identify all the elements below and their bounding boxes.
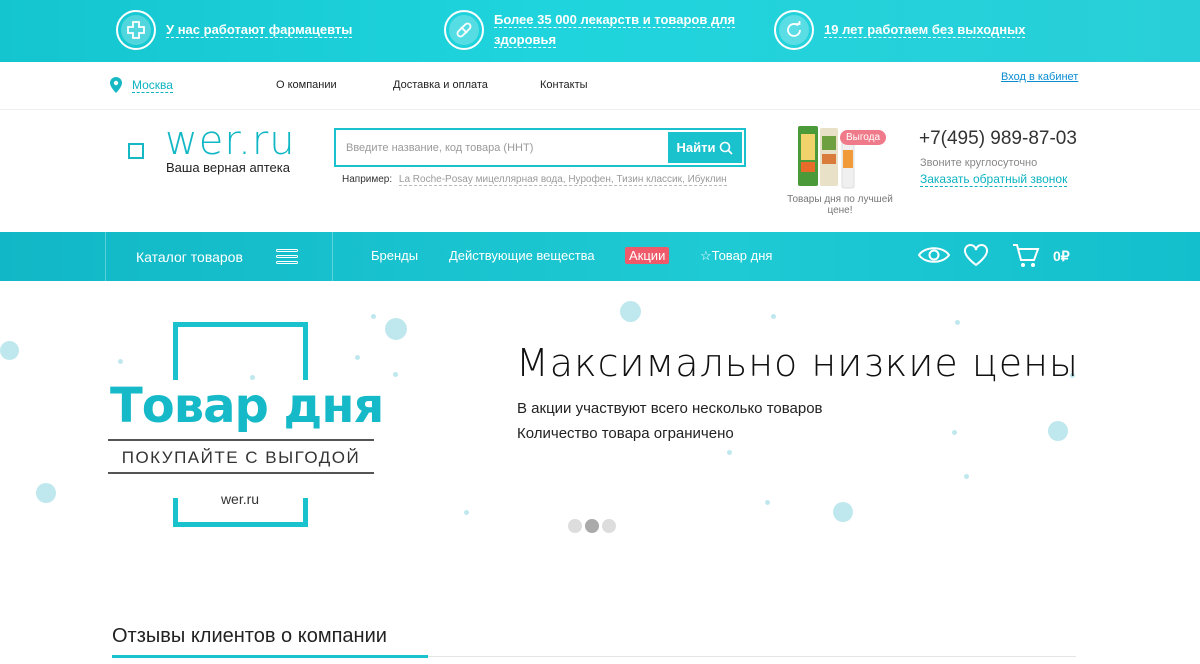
logo-checkbox-icon — [128, 143, 144, 159]
search-input[interactable] — [346, 139, 656, 157]
menu-deal-of-day[interactable]: ☆Товар дня — [700, 248, 772, 264]
promo-subtitle: ПОКУПАЙТЕ С ВЫГОДОЙ — [121, 448, 361, 467]
catalog-button[interactable]: Каталог товаров — [105, 232, 333, 281]
link-contacts[interactable]: Контакты — [540, 79, 588, 91]
search-icon — [720, 141, 734, 155]
decor-dot — [727, 450, 732, 455]
decor-dot — [765, 500, 770, 505]
benefit-text[interactable]: 19 лет работаем без выходных — [824, 22, 1026, 38]
link-about[interactable]: О компании — [276, 79, 337, 91]
slider-pagination — [568, 519, 616, 533]
example-link[interactable]: La Roche-Posay мицеллярная вода, Нурофен… — [398, 174, 727, 186]
pill-icon — [444, 10, 484, 50]
decor-dot — [955, 320, 960, 325]
decor-dot — [964, 474, 969, 479]
deal-caption[interactable]: Товары дня по лучшей цене! — [780, 194, 900, 216]
reviews-title: Отзывы клиентов о компании — [112, 625, 387, 647]
location-pin-icon — [110, 77, 122, 93]
main-menu: Каталог товаров Бренды Действующие вещес… — [0, 232, 1200, 281]
decor-dot — [355, 355, 360, 360]
decor-dot — [385, 318, 407, 340]
decor-dot — [1048, 421, 1068, 441]
decor-dot — [371, 314, 376, 319]
decor-dot — [952, 430, 957, 435]
benefit-text[interactable]: Более 35 000 лекарств и товаров для здор… — [494, 12, 736, 48]
callback-link[interactable]: Заказать обратный звонок — [920, 172, 1068, 187]
banner-line-1: В акции участвуют всего несколько товаро… — [517, 400, 823, 417]
phone-number[interactable]: +7(495) 989-87-03 — [919, 128, 1077, 150]
logo[interactable]: wer.ru — [165, 119, 296, 163]
login-link[interactable]: Вход в кабинет — [1001, 71, 1078, 83]
decor-dot — [464, 510, 469, 515]
banner-title: Максимально низкие цены — [516, 341, 1079, 385]
top-nav: Москва О компании Доставка и оплата Конт… — [0, 62, 1200, 110]
phone-hours: Звоните круглосуточно — [920, 157, 1038, 169]
hamburger-icon — [276, 249, 298, 267]
deal-products-image[interactable]: Выгода — [792, 122, 892, 194]
link-delivery[interactable]: Доставка и оплата — [393, 79, 488, 91]
example-label: Например: — [342, 174, 393, 185]
menu-substances[interactable]: Действующие вещества — [449, 248, 595, 263]
eye-icon[interactable] — [917, 243, 951, 267]
promo-site: wer.ru — [200, 491, 280, 507]
slider-dot-active[interactable] — [585, 519, 599, 533]
decor-dot — [0, 341, 19, 360]
benefit-text[interactable]: У нас работают фармацевты — [166, 22, 353, 38]
decor-dot — [620, 301, 641, 322]
benefit-products[interactable]: Более 35 000 лекарств и товаров для здор… — [444, 10, 744, 50]
cart-total[interactable]: 0₽ — [1053, 248, 1070, 265]
reviews-underline — [112, 655, 428, 658]
city-name[interactable]: Москва — [132, 78, 173, 93]
slider-dot[interactable] — [568, 519, 582, 533]
benefit-years[interactable]: 19 лет работаем без выходных — [774, 10, 1026, 50]
cart-icon[interactable] — [1012, 243, 1040, 269]
decor-dot — [36, 483, 56, 503]
refresh-icon — [774, 10, 814, 50]
cross-icon — [116, 10, 156, 50]
search-example: Например: La Roche-Posay мицеллярная вод… — [342, 174, 727, 186]
benefit-pharmacists[interactable]: У нас работают фармацевты — [116, 10, 353, 50]
heart-icon[interactable] — [963, 243, 989, 267]
decor-dot — [393, 372, 398, 377]
decor-dot — [118, 359, 123, 364]
benefits-bar: У нас работают фармацевты Более 35 000 л… — [0, 0, 1200, 62]
deal-badge: Выгода — [840, 130, 887, 145]
search-button-label: Найти — [676, 140, 716, 155]
search-box: Найти — [334, 128, 746, 167]
decor-dot — [833, 502, 853, 522]
slider-dot[interactable] — [602, 519, 616, 533]
banner-line-2: Количество товара ограничено — [517, 425, 734, 442]
menu-brands[interactable]: Бренды — [371, 248, 418, 263]
city-selector[interactable]: Москва — [110, 77, 173, 93]
search-button[interactable]: Найти — [668, 132, 742, 163]
menu-sale[interactable]: Акции — [625, 247, 670, 264]
promo-title: Товар дня — [110, 378, 384, 434]
logo-tagline: Ваша верная аптека — [166, 160, 290, 175]
catalog-label: Каталог товаров — [136, 248, 243, 265]
decor-dot — [771, 314, 776, 319]
